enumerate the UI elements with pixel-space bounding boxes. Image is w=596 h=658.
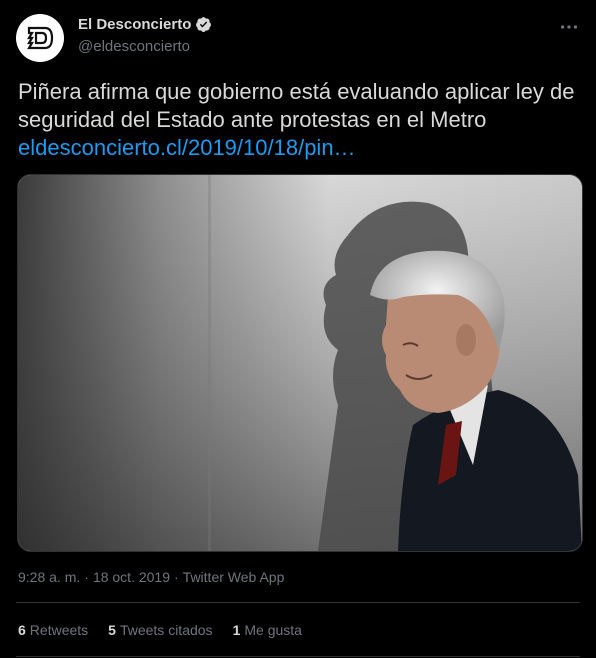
tweet-link[interactable]: eldesconcierto.cl/2019/10/18/pin… — [18, 134, 578, 162]
tweet-date[interactable]: 18 oct. 2019 — [93, 569, 170, 585]
tweet-time[interactable]: 9:28 a. m. — [18, 569, 80, 585]
tweet-stats: 6 Retweets 5 Tweets citados 1 Me gusta — [18, 622, 302, 638]
tweet-text: Piñera afirma que gobierno está evaluand… — [18, 78, 578, 162]
quotes-label: Tweets citados — [119, 622, 213, 638]
retweets-stat[interactable]: 6 Retweets — [18, 622, 88, 638]
author-handle[interactable]: @eldesconcierto — [78, 38, 190, 55]
el-desconcierto-logo-icon — [27, 26, 54, 50]
photo-image — [18, 175, 582, 551]
likes-count: 1 — [232, 622, 241, 638]
retweets-label: Retweets — [29, 622, 89, 638]
meta-dot: · — [84, 569, 89, 585]
more-options-icon[interactable] — [558, 16, 580, 38]
meta-dot: · — [174, 569, 179, 585]
tweet-meta: 9:28 a. m. · 18 oct. 2019 · Twitter Web … — [18, 569, 284, 585]
tweet: El Desconcierto @eldesconcierto Piñera a… — [0, 0, 596, 658]
tweet-image[interactable] — [17, 174, 583, 552]
divider — [16, 656, 580, 657]
divider — [16, 602, 580, 603]
retweets-count: 6 — [18, 622, 26, 638]
likes-stat[interactable]: 1 Me gusta — [233, 622, 302, 638]
quote-tweets-stat[interactable]: 5 Tweets citados — [108, 622, 212, 638]
tweet-body: Piñera afirma que gobierno está evaluand… — [18, 79, 575, 132]
author-name-row[interactable]: El Desconcierto — [78, 16, 212, 33]
avatar[interactable] — [16, 14, 64, 62]
tweet-app[interactable]: Twitter Web App — [183, 569, 285, 585]
verified-badge-icon — [195, 16, 212, 33]
likes-label: Me gusta — [244, 622, 302, 638]
author-name[interactable]: El Desconcierto — [78, 16, 191, 33]
quotes-count: 5 — [108, 622, 116, 638]
